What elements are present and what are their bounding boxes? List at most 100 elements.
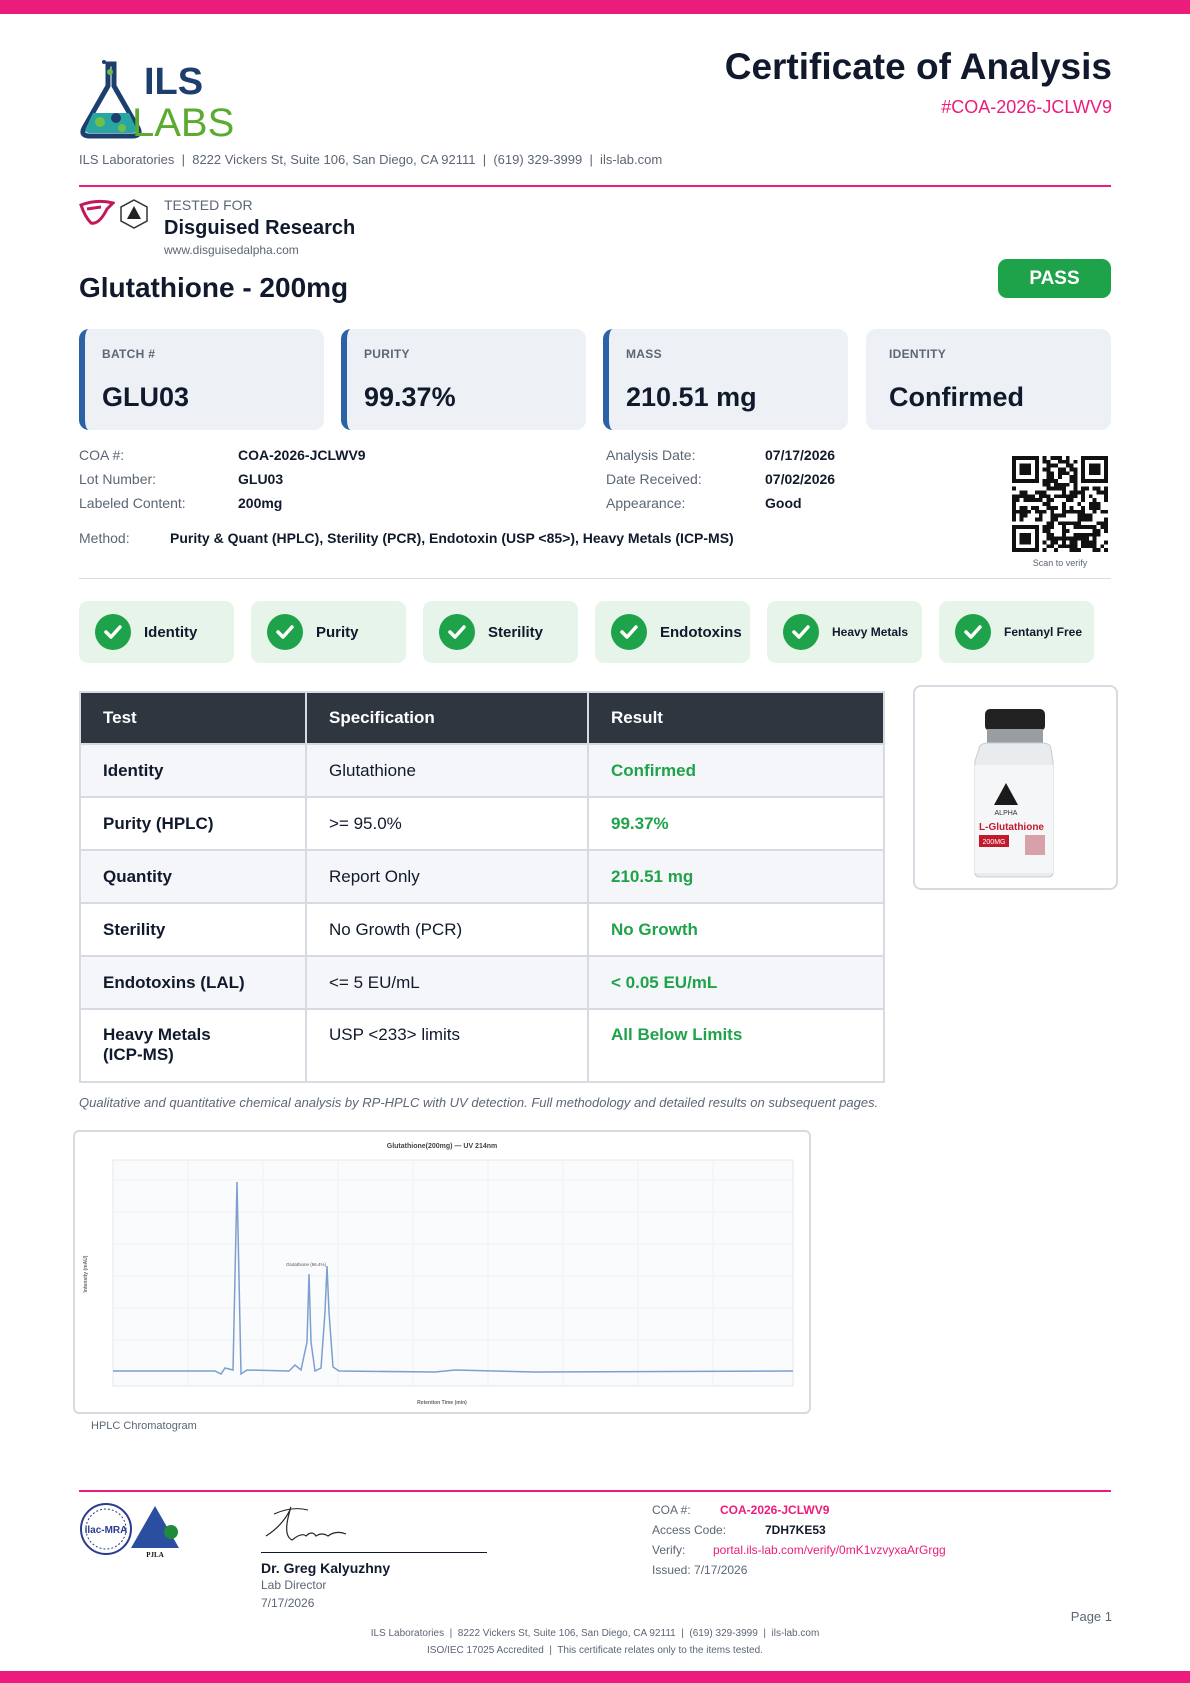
vial-label-text: L-Glutathione (979, 822, 1044, 833)
results-table: Test Specification Result Identity Gluta… (79, 691, 885, 1083)
verify-coa-value: COA-2026-JCLWV9 (720, 1503, 830, 1517)
check-label: Heavy Metals (832, 625, 909, 639)
col-header-result: Result (587, 691, 885, 745)
vial-brand-text: ALPHA (995, 810, 1018, 817)
check-label: Sterility (488, 623, 544, 641)
verify-url-link[interactable]: portal.ils-lab.com/verify/0mK1vzvyxaArGr… (713, 1543, 946, 1557)
info-labeled-value: 200mg (238, 495, 283, 511)
cell-test: Sterility (79, 902, 307, 957)
info-received-key: Date Received: (606, 471, 702, 487)
mass-card: MASS 210.51 mg (603, 329, 848, 430)
pass-badge: PASS (998, 259, 1111, 298)
check-endotoxins: Endotoxins (595, 601, 750, 663)
header-divider (79, 185, 1111, 187)
signature-line (261, 1552, 487, 1553)
check-purity: Purity (251, 601, 406, 663)
client-name: Disguised Research (164, 217, 356, 239)
table-row: Quantity Report Only 210.51 mg (79, 849, 885, 904)
qr-code[interactable] (1012, 456, 1108, 552)
y-axis-label: Intensity (mAU) (83, 1255, 89, 1292)
identity-card: IDENTITY Confirmed (866, 329, 1111, 430)
cell-spec: <= 5 EU/mL (305, 955, 589, 1010)
signature-image (265, 1506, 347, 1541)
lab-address: ILS Laboratories | 8222 Vickers St, Suit… (79, 152, 663, 167)
method-value: Purity & Quant (HPLC), Sterility (PCR), … (170, 530, 734, 546)
access-code-key: Access Code: (652, 1523, 727, 1537)
cell-spec: USP <233> limits (305, 1008, 589, 1083)
cell-spec: Glutathione (305, 743, 589, 798)
coa-id-header: #COA-2026-JCLWV9 (941, 97, 1112, 117)
table-row: Endotoxins (LAL) <= 5 EU/mL < 0.05 EU/mL (79, 955, 885, 1010)
check-heavy-metals: Heavy Metals (767, 601, 922, 663)
product-photo: ALPHA L-Glutathione 200MG (913, 685, 1118, 890)
cell-spec: No Growth (PCR) (305, 902, 589, 957)
check-icon (955, 614, 991, 650)
table-row: Sterility No Growth (PCR) No Growth (79, 902, 885, 957)
bottom-accent-bar (0, 1671, 1190, 1683)
cell-result: Confirmed (587, 743, 885, 798)
chromatogram-figure: Glutathione(200mg) — UV 214nm Glutathion… (73, 1130, 811, 1414)
check-fentanyl-free: Fentanyl Free (939, 601, 1094, 663)
info-appearance-key: Appearance: (606, 495, 686, 511)
purity-card-value: 99.37% (364, 382, 456, 412)
check-icon (267, 614, 303, 650)
ils-labs-logo: ILS LABS (80, 60, 234, 140)
mass-card-label: MASS (626, 347, 662, 361)
page-number: Page 1 (1070, 1609, 1112, 1624)
cell-result: All Below Limits (587, 1008, 885, 1083)
cell-test: Purity (HPLC) (79, 796, 307, 851)
info-lot-key: Lot Number: (79, 471, 157, 487)
batch-card: BATCH # GLU03 (79, 329, 324, 430)
col-header-specification: Specification (305, 691, 589, 745)
cell-result: 210.51 mg (587, 849, 885, 904)
signature-date: 7/17/2026 (261, 1596, 315, 1610)
tested-for-label: TESTED FOR (164, 197, 253, 213)
table-row: Heavy Metals (ICP-MS) USP <233> limits A… (79, 1008, 885, 1083)
cell-spec: >= 95.0% (305, 796, 589, 851)
info-lot-value: GLU03 (238, 471, 284, 487)
cell-result: < 0.05 EU/mL (587, 955, 885, 1010)
svg-text:LABS: LABS (132, 101, 234, 140)
ilac-mra-text: ilac-MRA (85, 1525, 128, 1536)
cell-test: Quantity (79, 849, 307, 904)
info-received-value: 07/02/2026 (765, 471, 836, 487)
identity-card-label: IDENTITY (889, 347, 947, 361)
table-header-row: Test Specification Result (79, 691, 885, 745)
table-row: Purity (HPLC) >= 95.0% 99.37% (79, 796, 885, 851)
cell-spec: Report Only (305, 849, 589, 904)
vial-image: ALPHA L-Glutathione 200MG (974, 709, 1054, 878)
product-name: Glutathione - 200mg (79, 272, 349, 303)
chromatogram-plot: Glutathione(200mg) — UV 214nm Glutathion… (83, 1143, 794, 1406)
client-url[interactable]: www.disguisedalpha.com (164, 243, 299, 257)
verify-coa-key: COA #: (652, 1503, 691, 1517)
col-header-test: Test (79, 691, 307, 745)
cell-test: Heavy Metals (ICP-MS) (79, 1008, 307, 1083)
check-icon (439, 614, 475, 650)
check-label: Identity (144, 623, 198, 641)
batch-card-label: BATCH # (102, 347, 156, 361)
batch-card-value: GLU03 (102, 382, 190, 412)
verify-url-key: Verify: (652, 1543, 686, 1557)
info-analysis-date-value: 07/17/2026 (765, 447, 836, 463)
method-note: Qualitative and quantitative chemical an… (79, 1095, 879, 1110)
info-divider (79, 578, 1111, 579)
cell-test: Identity (79, 743, 307, 798)
purity-card-label: PURITY (364, 347, 410, 361)
info-analysis-date-key: Analysis Date: (606, 447, 696, 463)
check-icon (95, 614, 131, 650)
cell-result: No Growth (587, 902, 885, 957)
footer-accreditation: ISO/IEC 17025 Accredited | This certific… (427, 1645, 763, 1656)
info-appearance-value: Good (765, 495, 802, 511)
cell-test: Endotoxins (LAL) (79, 955, 307, 1010)
cell-result: 99.37% (587, 796, 885, 851)
qr-caption: Scan to verify (1032, 558, 1088, 568)
mass-card-value: 210.51 mg (626, 382, 757, 412)
document-title: Certificate of Analysis (724, 46, 1112, 87)
chromatogram-caption: HPLC Chromatogram (91, 1420, 197, 1432)
signer-name: Dr. Greg Kalyuzhny (261, 1560, 391, 1576)
check-icon (611, 614, 647, 650)
check-label: Endotoxins (660, 623, 742, 641)
top-accent-bar (0, 0, 1190, 14)
check-label: Fentanyl Free (1004, 625, 1083, 639)
info-labeled-key: Labeled Content: (79, 495, 186, 511)
